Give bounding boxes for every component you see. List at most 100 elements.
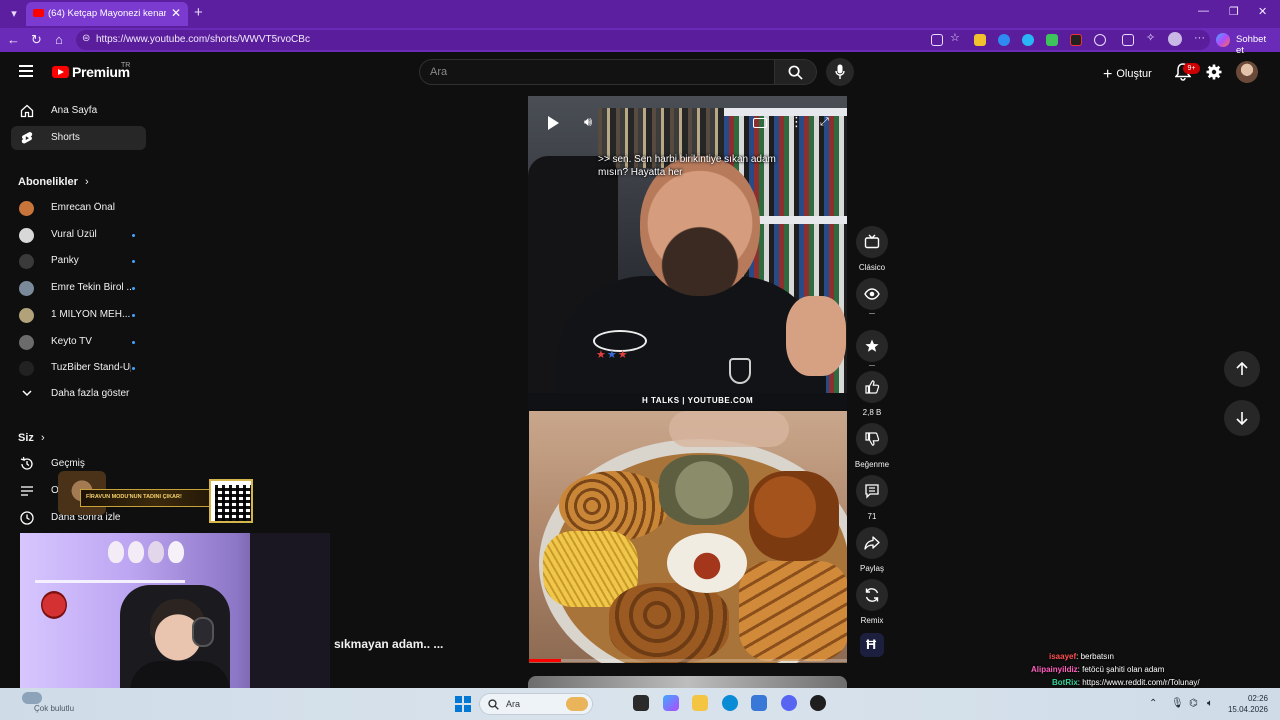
discord-icon[interactable] (781, 695, 797, 711)
close-window-icon[interactable]: ✕ (1258, 5, 1267, 18)
subscription-item[interactable]: Keyto TV (11, 331, 146, 353)
extension-5-icon[interactable] (1070, 34, 1082, 46)
new-content-dot (132, 314, 135, 317)
show-hidden-icons[interactable]: ⌃ (1149, 698, 1157, 709)
weather-status[interactable]: Çok bulutlu (34, 704, 74, 713)
youtube-logo-icon[interactable] (52, 66, 69, 78)
like-button[interactable]: 2,8 B (852, 371, 892, 417)
sidebar-item-home[interactable]: Ana Sayfa (11, 99, 146, 123)
address-bar[interactable]: ⊜ https://www.youtube.com/shorts/WWVT5rv… (76, 30, 1210, 50)
taskbar-search[interactable]: Ara (479, 693, 593, 715)
back-icon[interactable]: ← (7, 32, 20, 47)
microphone-tray-icon[interactable]: 🎙︎ (1171, 698, 1184, 709)
streamer-webcam (20, 533, 330, 707)
subscription-item[interactable]: Vural Üzül (11, 224, 146, 246)
search-placeholder: Ara (430, 66, 448, 78)
tab-title: (64) Ketçap Mayonezi kenara sıkmı (48, 8, 166, 19)
more-options-icon[interactable]: ⋮ (790, 114, 803, 130)
show-more-button[interactable]: Daha fazla göster (11, 383, 146, 405)
views-button[interactable]: — (852, 278, 892, 317)
extension-1-icon[interactable] (974, 34, 986, 46)
copilot-app-icon[interactable] (663, 695, 679, 711)
task-view-icon[interactable] (633, 695, 649, 711)
minimize-icon[interactable]: — (1198, 5, 1209, 17)
share-button[interactable]: Paylaş (852, 527, 892, 573)
search-button[interactable] (775, 59, 817, 85)
you-heading[interactable]: Siz › (18, 432, 45, 444)
channel-avatar[interactable] (860, 633, 884, 657)
volume-icon[interactable]: 🔊︎ (584, 114, 592, 130)
play-icon[interactable] (548, 116, 559, 130)
eye-icon (864, 288, 880, 300)
microphone-icon (835, 64, 845, 79)
qr-code (209, 479, 253, 523)
obs-icon[interactable] (810, 695, 826, 711)
browser-profile-avatar[interactable] (1168, 32, 1182, 46)
split-screen-icon[interactable] (1122, 34, 1134, 46)
taskbar-clock[interactable]: 02:26 15.04.2026 (1222, 693, 1268, 715)
subscription-item[interactable]: TuzBiber Stand-Up (11, 357, 146, 379)
search-input[interactable]: Ara (419, 59, 775, 85)
voice-search-button[interactable] (826, 58, 854, 86)
file-explorer-icon[interactable] (692, 695, 708, 711)
subscription-item[interactable]: 1 MİLYON MEH... (11, 304, 146, 326)
sidebar-item-label: Ana Sayfa (51, 105, 98, 116)
channel-avatar (19, 281, 34, 296)
shorts-video[interactable]: ★★★ 🔊︎ ⋮ ⤢ >> sen. Sen harbi birikintiye… (528, 96, 847, 408)
reload-icon[interactable]: ↻ (31, 32, 42, 48)
classic-view-button[interactable]: Clásico (852, 226, 892, 272)
windows-taskbar: Çok bulutlu Ara ⌃ 🎙︎ ⌬ 🔈︎ 02:26 15.04.20… (0, 688, 1280, 720)
home-browser-icon[interactable]: ⌂ (55, 32, 63, 47)
account-avatar[interactable] (1236, 61, 1258, 83)
subscriptions-heading[interactable]: Abonelikler › (18, 176, 89, 188)
favorite-button[interactable]: — (852, 330, 892, 369)
shorts-video-food[interactable] (529, 411, 847, 663)
restore-icon[interactable]: ❐ (1229, 5, 1239, 18)
extension-4-icon[interactable] (1046, 34, 1058, 46)
network-icon[interactable]: ⌬ (1189, 698, 1198, 709)
favorites-icon[interactable]: ✧ (1146, 33, 1158, 45)
speaker-icon[interactable]: 🔈︎ (1207, 698, 1213, 709)
create-button[interactable]: + Oluştur (1103, 64, 1152, 83)
subscription-item[interactable]: Emre Tekin Birol ... (11, 277, 146, 299)
favorite-star-icon[interactable]: ☆ (950, 33, 962, 45)
install-app-icon[interactable] (931, 34, 943, 46)
more-icon[interactable]: ··· (1194, 33, 1206, 46)
copilot-chat-button[interactable]: Sohbet et (1212, 31, 1276, 56)
store-icon[interactable] (751, 695, 767, 711)
chevron-right-icon: › (40, 432, 45, 444)
guide-menu-icon[interactable] (19, 65, 33, 77)
sidebar-item-shorts[interactable]: Shorts (11, 126, 146, 150)
previous-short-button[interactable] (1224, 351, 1260, 387)
weather-icon[interactable] (22, 692, 42, 704)
browser-toolbar: ← ↻ ⌂ ⊜ https://www.youtube.com/shorts/W… (0, 28, 1280, 52)
channel-avatar (19, 308, 34, 323)
subscription-label: Emre Tekin Birol ... (51, 282, 131, 293)
tab-list-icon[interactable]: ▾ (6, 6, 22, 22)
extension-3-icon[interactable] (1022, 34, 1034, 46)
extensions-icon[interactable] (1094, 34, 1106, 46)
new-tab-icon[interactable]: + (194, 4, 203, 21)
chevron-down-icon (22, 390, 32, 397)
home-icon (20, 104, 34, 118)
tab-close-icon[interactable]: ✕ (171, 6, 181, 20)
chat-link[interactable]: https://www.reddit.com/r/Tolunay/ (1082, 678, 1199, 687)
video-progress-bar[interactable] (529, 659, 847, 662)
remix-button[interactable]: Remix (852, 579, 892, 625)
subscription-item[interactable]: Emrecan Önal (11, 197, 146, 219)
next-short-button[interactable] (1224, 400, 1260, 436)
subscription-item[interactable]: Panky (11, 250, 146, 272)
dislike-label: Beğenme (854, 460, 890, 469)
fullscreen-icon[interactable]: ⤢ (820, 116, 829, 129)
start-windows-icon[interactable] (455, 696, 471, 712)
tv-icon (864, 234, 880, 249)
you-heading-label: Siz (18, 432, 34, 444)
site-info-icon[interactable]: ⊜ (82, 33, 90, 44)
captions-icon[interactable] (753, 118, 767, 128)
extension-2-icon[interactable] (998, 34, 1010, 46)
comments-button[interactable]: 71 (852, 475, 892, 521)
edge-browser-icon[interactable] (722, 695, 738, 711)
active-tab[interactable]: (64) Ketçap Mayonezi kenara sıkmı ✕ (26, 2, 188, 26)
settings-gear-icon[interactable] (1206, 64, 1222, 80)
dislike-button[interactable]: Beğenme (852, 423, 892, 469)
